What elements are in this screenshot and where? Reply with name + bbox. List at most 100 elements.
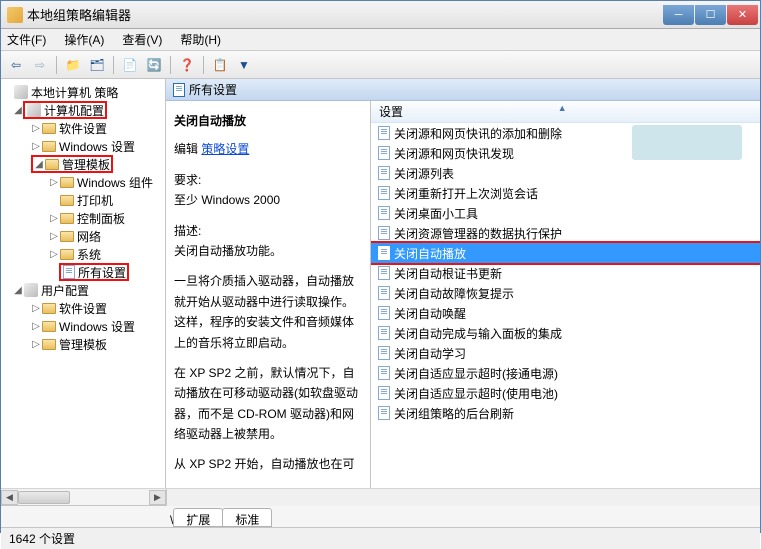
list-row-label: 关闭源列表 bbox=[394, 165, 454, 182]
tab-standard[interactable]: 标准 bbox=[222, 508, 272, 527]
folder-icon bbox=[42, 123, 56, 134]
tree-horizontal-scrollbar[interactable]: ◀ ▶ bbox=[1, 488, 760, 505]
forward-button[interactable]: ⇨ bbox=[29, 54, 51, 76]
refresh-button[interactable]: 🔄 bbox=[143, 54, 165, 76]
scroll-left-button[interactable]: ◀ bbox=[1, 490, 18, 505]
list-row[interactable]: 关闭自动学习 bbox=[371, 343, 760, 363]
scroll-right-button[interactable]: ▶ bbox=[149, 490, 166, 505]
list-row[interactable]: 关闭自适应显示超时(接通电源) bbox=[371, 363, 760, 383]
page-icon bbox=[378, 286, 390, 300]
menu-view[interactable]: 查看(V) bbox=[122, 31, 162, 48]
list-row-label: 关闭自适应显示超时(接通电源) bbox=[394, 365, 558, 382]
list-row-label: 关闭自动唤醒 bbox=[394, 305, 466, 322]
list-row[interactable]: 关闭桌面小工具 bbox=[371, 203, 760, 223]
tree-item[interactable]: ◢ 用户配置 bbox=[3, 281, 163, 299]
up-button[interactable]: 📁 bbox=[62, 54, 84, 76]
help-button[interactable]: ❓ bbox=[176, 54, 198, 76]
edit-label: 编辑 bbox=[174, 142, 198, 156]
expander-icon[interactable]: ◢ bbox=[13, 105, 23, 116]
list-header[interactable]: 设置 ▲ bbox=[371, 101, 760, 123]
list-row[interactable]: 关闭组策略的后台刷新 bbox=[371, 403, 760, 423]
list-row-label: 关闭重新打开上次浏览会话 bbox=[394, 185, 538, 202]
list-row[interactable]: 关闭资源管理器的数据执行保护 bbox=[371, 223, 760, 243]
tree-item[interactable]: ▷ 网络 bbox=[3, 227, 163, 245]
expander-icon[interactable]: ◢ bbox=[34, 159, 44, 170]
tree-label: 用户配置 bbox=[41, 282, 89, 299]
tree-item[interactable]: ▷ Windows 设置 bbox=[3, 317, 163, 335]
highlight-box: ◢ 管理模板 bbox=[31, 155, 113, 173]
list-row-label: 关闭资源管理器的数据执行保护 bbox=[394, 225, 562, 242]
close-button[interactable] bbox=[727, 5, 758, 25]
artifact-overlay bbox=[632, 125, 742, 160]
list-row-label: 关闭自动完成与输入面板的集成 bbox=[394, 325, 562, 342]
page-icon bbox=[63, 265, 75, 279]
list-row-label: 关闭自动故障恢复提示 bbox=[394, 285, 514, 302]
page-icon bbox=[378, 146, 390, 160]
tree-label: 系统 bbox=[77, 246, 101, 263]
policy-settings-link[interactable]: 策略设置 bbox=[201, 142, 249, 156]
menu-action[interactable]: 操作(A) bbox=[64, 31, 104, 48]
page-icon bbox=[378, 246, 390, 260]
show-hide-tree-button[interactable]: 🗂 bbox=[86, 54, 108, 76]
tree-item[interactable]: 打印机 bbox=[3, 191, 163, 209]
tree-panel[interactable]: 本地计算机 策略 ◢ 计算机配置 ▷ 软件设置 ▷ Windows 设置 ◢ 管… bbox=[1, 79, 166, 488]
tree-item[interactable]: ▷ 软件设置 bbox=[3, 119, 163, 137]
tree-root[interactable]: 本地计算机 策略 bbox=[3, 83, 163, 101]
tree-label[interactable]: 所有设置 bbox=[78, 264, 126, 281]
list-row[interactable]: 关闭自动唤醒 bbox=[371, 303, 760, 323]
list-row[interactable]: 关闭自动故障恢复提示 bbox=[371, 283, 760, 303]
tree-label: 管理模板 bbox=[59, 336, 107, 353]
list-row-label: 关闭自适应显示超时(使用电池) bbox=[394, 385, 558, 402]
desc-paragraph: 在 XP SP2 之前，默认情况下，自动播放在可移动驱动器(如软盘驱动器，而不是… bbox=[174, 363, 362, 445]
tree-item[interactable]: ▷ Windows 组件 bbox=[3, 173, 163, 191]
page-icon bbox=[378, 406, 390, 420]
page-icon bbox=[173, 83, 185, 97]
minimize-button[interactable] bbox=[663, 5, 694, 25]
sort-indicator-icon: ▲ bbox=[558, 103, 567, 113]
list-row-label: 关闭桌面小工具 bbox=[394, 205, 478, 222]
status-bar: 1642 个设置 bbox=[1, 527, 760, 549]
requirements-value: 至少 Windows 2000 bbox=[174, 190, 362, 210]
action-button[interactable]: 📋 bbox=[209, 54, 231, 76]
title-bar: 本地组策略编辑器 bbox=[1, 1, 760, 29]
tree-label[interactable]: 管理模板 bbox=[62, 156, 110, 173]
list-row[interactable]: 关闭自动完成与输入面板的集成 bbox=[371, 323, 760, 343]
page-icon bbox=[378, 226, 390, 240]
page-icon bbox=[378, 326, 390, 340]
requirements-label: 要求: bbox=[174, 170, 362, 190]
content-header-title: 所有设置 bbox=[189, 81, 237, 98]
menu-help[interactable]: 帮助(H) bbox=[180, 31, 221, 48]
list-header-label: 设置 bbox=[379, 103, 403, 120]
scroll-thumb[interactable] bbox=[18, 491, 70, 504]
tab-extended[interactable]: 扩展 bbox=[173, 508, 223, 527]
tree-label: 软件设置 bbox=[59, 120, 107, 137]
list-row[interactable]: 关闭重新打开上次浏览会话 bbox=[371, 183, 760, 203]
user-icon bbox=[24, 283, 38, 297]
tree-label[interactable]: 计算机配置 bbox=[44, 102, 104, 119]
window-title: 本地组策略编辑器 bbox=[27, 5, 662, 24]
settings-list[interactable]: 关闭源和网页快讯的添加和删除关闭源和网页快讯发现关闭源列表关闭重新打开上次浏览会… bbox=[371, 123, 760, 488]
maximize-button[interactable] bbox=[695, 5, 726, 25]
list-row-label: 关闭自动根证书更新 bbox=[394, 265, 502, 282]
content-header: 所有设置 bbox=[166, 79, 760, 101]
list-row[interactable]: 关闭自动根证书更新 bbox=[371, 263, 760, 283]
export-button[interactable]: 📄 bbox=[119, 54, 141, 76]
back-button[interactable]: ⇦ bbox=[5, 54, 27, 76]
toolbar: ⇦ ⇨ 📁 🗂 📄 🔄 ❓ 📋 ▼ bbox=[1, 51, 760, 79]
list-row[interactable]: 关闭自动播放 bbox=[371, 243, 760, 263]
tree-item[interactable]: ▷ Windows 设置 bbox=[3, 137, 163, 155]
filter-button[interactable]: ▼ bbox=[233, 54, 255, 76]
tree-item[interactable]: ▷ 系统 bbox=[3, 245, 163, 263]
tree-item[interactable]: ▷ 管理模板 bbox=[3, 335, 163, 353]
tree-item[interactable]: ▷ 控制面板 bbox=[3, 209, 163, 227]
description-title: 关闭自动播放 bbox=[174, 111, 362, 131]
list-row-label: 关闭自动学习 bbox=[394, 345, 466, 362]
tree-item[interactable]: ▷ 软件设置 bbox=[3, 299, 163, 317]
folder-icon bbox=[42, 321, 56, 332]
page-icon bbox=[378, 266, 390, 280]
list-row[interactable]: 关闭源列表 bbox=[371, 163, 760, 183]
folder-icon bbox=[42, 339, 56, 350]
menu-file[interactable]: 文件(F) bbox=[7, 31, 46, 48]
tree-label: 本地计算机 策略 bbox=[31, 84, 118, 101]
list-row[interactable]: 关闭自适应显示超时(使用电池) bbox=[371, 383, 760, 403]
